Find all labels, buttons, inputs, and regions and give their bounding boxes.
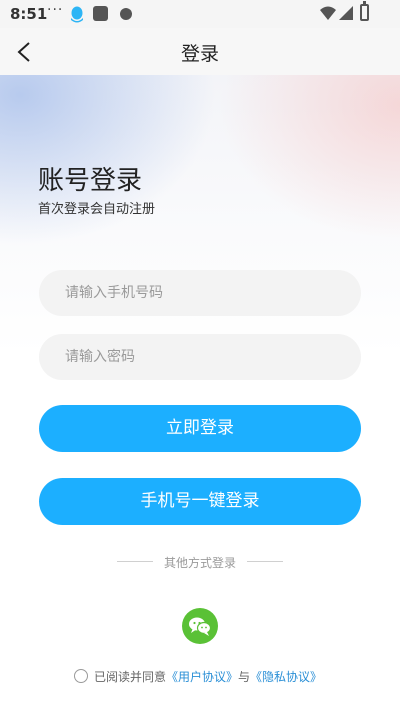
user-agreement-link[interactable]: 《用户协议》 [166,668,238,685]
password-input[interactable] [39,334,361,380]
page-title: 登录 [180,43,219,65]
agreement: 已阅读并同意 《用户协议》 与 《隐私协议》 [74,667,322,685]
wifi-icon [320,6,336,20]
login-subheading: 首次登录会自动注册 [38,202,156,217]
status-time: 8:51 [10,5,48,23]
agreement-checkbox[interactable] [74,669,88,683]
signal-icon [339,6,353,20]
wechat-icon [189,617,212,636]
wechat-login-button[interactable] [182,608,218,644]
login-button[interactable]: 立即登录 [39,405,361,452]
phone-input[interactable] [39,270,361,316]
one-click-login-button[interactable]: 手机号一键登录 [39,478,361,525]
battery-icon [360,1,369,21]
login-heading: 账号登录 [38,166,143,196]
status-bar: 8:51 ··· [0,0,400,28]
qq-icon [71,6,83,23]
privacy-policy-link[interactable]: 《隐私协议》 [250,668,322,685]
notification-icon [120,8,132,20]
agreement-conjunction: 与 [238,669,251,684]
app-icon [93,6,108,21]
other-methods-label: 其他方式登录 [163,556,236,570]
divider-right [247,561,283,562]
overflow-indicator: ··· [47,2,64,18]
nav-bar: 登录 [0,28,400,75]
agreement-prefix: 已阅读并同意 [94,669,167,684]
